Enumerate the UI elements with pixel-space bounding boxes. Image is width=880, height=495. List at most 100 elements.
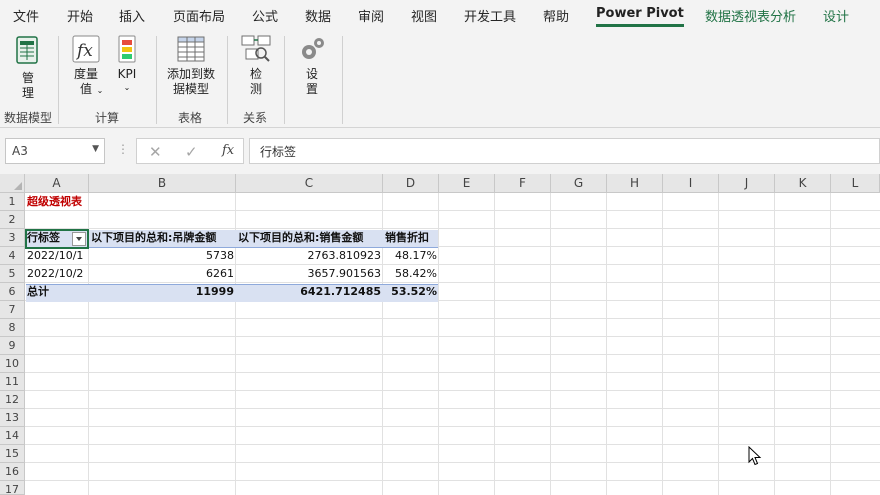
grid-line bbox=[25, 426, 880, 427]
table-cell[interactable]: 48.17% bbox=[383, 247, 439, 265]
grid-line bbox=[25, 408, 880, 409]
row-header-14[interactable]: 14 bbox=[0, 427, 25, 445]
grid-line bbox=[662, 193, 663, 495]
settings-button[interactable]: 设置 bbox=[294, 34, 330, 97]
insert-function-icon[interactable]: fx bbox=[222, 143, 234, 158]
grid-line bbox=[494, 193, 495, 495]
tab-home[interactable]: 开始 bbox=[67, 6, 93, 25]
grid-line bbox=[25, 480, 880, 481]
tab-developer[interactable]: 开发工具 bbox=[464, 6, 516, 25]
formula-buttons: ✕ ✓ fx bbox=[136, 138, 244, 164]
formula-input[interactable]: 行标签 bbox=[249, 138, 880, 164]
row-header-9[interactable]: 9 bbox=[0, 337, 25, 355]
row-header-6[interactable]: 6 bbox=[0, 283, 25, 301]
grid-line bbox=[774, 193, 775, 495]
row-header-8[interactable]: 8 bbox=[0, 319, 25, 337]
table-cell[interactable]: 58.42% bbox=[383, 265, 439, 283]
tab-formulas[interactable]: 公式 bbox=[252, 6, 278, 25]
more-icon[interactable]: ⋮ bbox=[117, 142, 129, 156]
column-header-f[interactable]: F bbox=[495, 174, 551, 193]
svg-text:fx: fx bbox=[75, 41, 93, 61]
ribbon-tab-bar: 文件 开始 插入 页面布局 公式 数据 审阅 视图 开发工具 帮助 Power … bbox=[0, 0, 880, 30]
manage-label: 管理 bbox=[21, 71, 34, 100]
group-separator bbox=[156, 36, 157, 124]
pivot-total-label[interactable]: 总计 bbox=[25, 283, 89, 301]
table-cell[interactable]: 5738 bbox=[89, 247, 236, 265]
filter-dropdown-icon[interactable] bbox=[72, 232, 86, 246]
column-header-b[interactable]: B bbox=[89, 174, 236, 193]
group-separator bbox=[227, 36, 228, 124]
tab-pivot-analyze[interactable]: 数据透视表分析 bbox=[705, 6, 796, 25]
row-header-5[interactable]: 5 bbox=[0, 265, 25, 283]
chevron-down-icon[interactable]: ▼ bbox=[92, 144, 99, 154]
row-header-15[interactable]: 15 bbox=[0, 445, 25, 463]
manage-button[interactable]: 管理 bbox=[8, 34, 48, 101]
row-header-11[interactable]: 11 bbox=[0, 373, 25, 391]
row-header-12[interactable]: 12 bbox=[0, 391, 25, 409]
row-header-4[interactable]: 4 bbox=[0, 247, 25, 265]
chevron-down-icon: ⌄ bbox=[96, 86, 104, 95]
column-header-j[interactable]: J bbox=[719, 174, 775, 193]
grid-line bbox=[606, 193, 607, 495]
table-cell[interactable]: 2022/10/1 bbox=[25, 247, 89, 265]
tab-insert[interactable]: 插入 bbox=[119, 6, 145, 25]
group-separator bbox=[58, 36, 59, 124]
column-header-h[interactable]: H bbox=[607, 174, 663, 193]
name-box[interactable]: A3 ▼ bbox=[5, 138, 105, 164]
group-label-calc: 计算 bbox=[95, 111, 120, 125]
data-model-icon bbox=[16, 36, 38, 64]
row-header-1[interactable]: 1 bbox=[0, 193, 25, 211]
tab-data[interactable]: 数据 bbox=[305, 6, 331, 25]
column-header-i[interactable]: I bbox=[663, 174, 719, 193]
select-all-button[interactable] bbox=[0, 174, 25, 193]
measure-button[interactable]: fx 度量值 ⌄ bbox=[66, 34, 106, 98]
row-header-16[interactable]: 16 bbox=[0, 463, 25, 481]
pivot-total-cell[interactable]: 53.52% bbox=[383, 283, 439, 301]
detect-button[interactable]: 检测 bbox=[238, 34, 274, 97]
table-cell[interactable]: 3657.901563 bbox=[236, 265, 383, 283]
cancel-icon[interactable]: ✕ bbox=[149, 143, 162, 161]
row-header-17[interactable]: 17 bbox=[0, 481, 25, 495]
table-icon bbox=[177, 36, 205, 62]
relationship-detect-icon bbox=[241, 35, 271, 62]
column-header-c[interactable]: C bbox=[236, 174, 383, 193]
gear-icon bbox=[302, 38, 324, 59]
group-separator bbox=[342, 36, 343, 124]
pivot-total-cell[interactable]: 11999 bbox=[89, 283, 236, 301]
column-header-k[interactable]: K bbox=[775, 174, 831, 193]
grid-line bbox=[25, 354, 880, 355]
chevron-down-icon: ⌄ bbox=[123, 83, 131, 92]
column-header-e[interactable]: E bbox=[439, 174, 495, 193]
column-header-g[interactable]: G bbox=[551, 174, 607, 193]
tab-power-pivot[interactable]: Power Pivot bbox=[596, 6, 684, 27]
tab-help[interactable]: 帮助 bbox=[543, 6, 569, 25]
tab-file[interactable]: 文件 bbox=[13, 6, 39, 25]
settings-label: 设置 bbox=[305, 67, 318, 96]
row-header-2[interactable]: 2 bbox=[0, 211, 25, 229]
column-header-a[interactable]: A bbox=[25, 174, 89, 193]
tab-page-layout[interactable]: 页面布局 bbox=[173, 6, 225, 25]
tab-design[interactable]: 设计 bbox=[823, 6, 849, 25]
row-header-3[interactable]: 3 bbox=[0, 229, 25, 247]
row-header-7[interactable]: 7 bbox=[0, 301, 25, 319]
tab-review[interactable]: 审阅 bbox=[358, 6, 384, 25]
grid-line bbox=[718, 193, 719, 495]
pivot-header-sales-amount[interactable]: 以下项目的总和:销售金额 bbox=[236, 229, 383, 247]
grid-line bbox=[550, 193, 551, 495]
tab-view[interactable]: 视图 bbox=[411, 6, 437, 25]
sheet-title[interactable]: 超级透视表 bbox=[25, 193, 145, 211]
pivot-header-discount[interactable]: 销售折扣 bbox=[383, 229, 439, 247]
column-header-l[interactable]: L bbox=[831, 174, 880, 193]
row-header-10[interactable]: 10 bbox=[0, 355, 25, 373]
table-cell[interactable]: 2763.810923 bbox=[236, 247, 383, 265]
table-cell[interactable]: 2022/10/2 bbox=[25, 265, 89, 283]
kpi-button[interactable]: KPI ⌄ bbox=[112, 34, 142, 95]
add-to-data-model-button[interactable]: 添加到数据模型 bbox=[165, 34, 217, 97]
row-header-13[interactable]: 13 bbox=[0, 409, 25, 427]
pivot-header-tag-amount[interactable]: 以下项目的总和:吊牌金额 bbox=[89, 229, 236, 247]
table-cell[interactable]: 6261 bbox=[89, 265, 236, 283]
group-label-relations: 关系 bbox=[243, 111, 268, 125]
confirm-icon[interactable]: ✓ bbox=[185, 143, 198, 161]
column-header-d[interactable]: D bbox=[383, 174, 439, 193]
pivot-total-cell[interactable]: 6421.712485 bbox=[236, 283, 383, 301]
